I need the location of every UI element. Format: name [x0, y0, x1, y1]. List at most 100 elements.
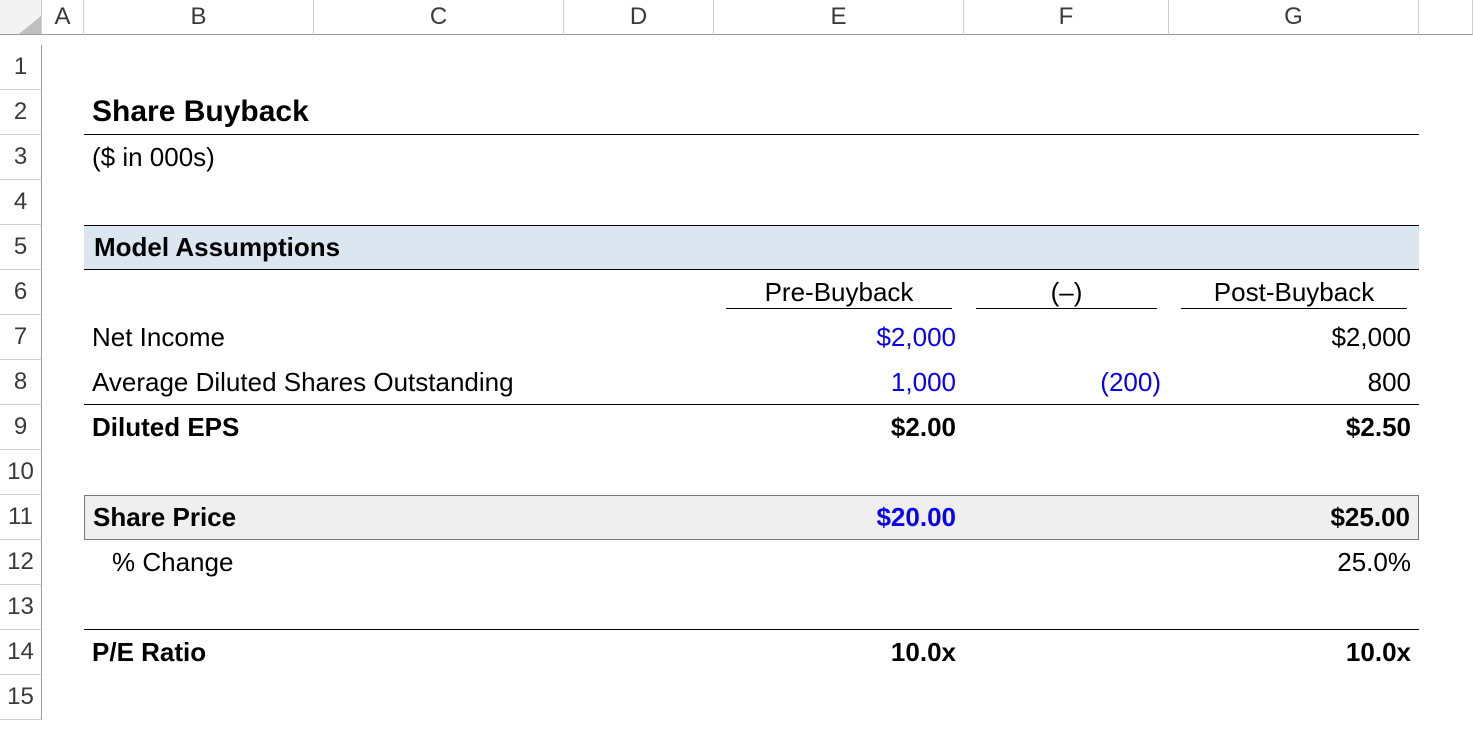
row-header-6[interactable]: 6: [0, 270, 42, 315]
cell-A3[interactable]: [42, 135, 84, 180]
cell-extra-14[interactable]: [1419, 630, 1473, 675]
share-price-delta[interactable]: [964, 495, 1169, 540]
col-header-C[interactable]: C: [314, 0, 564, 35]
cell-A2[interactable]: [42, 90, 84, 135]
diluted-eps-label[interactable]: Diluted EPS: [84, 405, 714, 450]
subtitle-cell[interactable]: ($ in 000s): [84, 135, 1419, 180]
col-header-delta[interactable]: (–): [964, 270, 1169, 315]
net-income-delta[interactable]: [964, 315, 1169, 360]
pct-change-delta[interactable]: [964, 540, 1169, 585]
net-income-post[interactable]: $2,000: [1169, 315, 1419, 360]
avg-diluted-delta[interactable]: (200): [964, 360, 1169, 405]
cell-extra-1[interactable]: [1419, 45, 1473, 90]
cell-extra-15[interactable]: [1419, 675, 1473, 720]
pct-change-label[interactable]: % Change: [84, 540, 714, 585]
row-header-7[interactable]: 7: [0, 315, 42, 360]
cell-B1[interactable]: [84, 45, 314, 90]
cell-G1[interactable]: [1169, 45, 1419, 90]
row-header-9[interactable]: 9: [0, 405, 42, 450]
cell-A4[interactable]: [42, 180, 84, 225]
col-header-D[interactable]: D: [564, 0, 714, 35]
row-header-2[interactable]: 2: [0, 90, 42, 135]
cell-A7[interactable]: [42, 315, 84, 360]
row-header-4[interactable]: 4: [0, 180, 42, 225]
pe-ratio-delta[interactable]: [964, 630, 1169, 675]
cell-extra-6[interactable]: [1419, 270, 1473, 315]
pct-change-post[interactable]: 25.0%: [1169, 540, 1419, 585]
row-header-13[interactable]: 13: [0, 585, 42, 630]
cell-row13[interactable]: [84, 585, 1419, 630]
col-header-A[interactable]: A: [42, 0, 84, 35]
avg-diluted-pre[interactable]: 1,000: [714, 360, 964, 405]
col-header-E[interactable]: E: [714, 0, 964, 35]
row-header-10[interactable]: 10: [0, 450, 42, 495]
pct-change-pre[interactable]: [714, 540, 964, 585]
col-header-B[interactable]: B: [84, 0, 314, 35]
spreadsheet-grid[interactable]: A B C D E F G 1 2 Share Buyback 3 ($ in …: [0, 0, 1473, 720]
pe-ratio-label[interactable]: P/E Ratio: [84, 630, 714, 675]
cell-A10[interactable]: [42, 450, 84, 495]
section-header[interactable]: Model Assumptions: [84, 225, 1419, 270]
cell-C6[interactable]: [314, 270, 564, 315]
cell-A12[interactable]: [42, 540, 84, 585]
cell-extra-12[interactable]: [1419, 540, 1473, 585]
col-header-post[interactable]: Post-Buyback: [1169, 270, 1419, 315]
col-header-G[interactable]: G: [1169, 0, 1419, 35]
cell-A13[interactable]: [42, 585, 84, 630]
col-header-F[interactable]: F: [964, 0, 1169, 35]
pe-ratio-post[interactable]: 10.0x: [1169, 630, 1419, 675]
cell-extra-2[interactable]: [1419, 90, 1473, 135]
select-all-corner[interactable]: [0, 0, 42, 35]
pre-buyback-label: Pre-Buyback: [726, 277, 952, 309]
row-header-11[interactable]: 11: [0, 495, 42, 540]
cell-row4[interactable]: [84, 180, 1419, 225]
cell-extra-3[interactable]: [1419, 135, 1473, 180]
cell-A5[interactable]: [42, 225, 84, 270]
row-header-8[interactable]: 8: [0, 360, 42, 405]
net-income-pre[interactable]: $2,000: [714, 315, 964, 360]
cell-F1[interactable]: [964, 45, 1169, 90]
net-income-label[interactable]: Net Income: [84, 315, 714, 360]
share-price-label[interactable]: Share Price: [84, 495, 714, 540]
row-header-14[interactable]: 14: [0, 630, 42, 675]
share-price-post[interactable]: $25.00: [1169, 495, 1419, 540]
row-header-15[interactable]: 15: [0, 675, 42, 720]
cell-row15[interactable]: [84, 675, 1419, 720]
cell-extra-9[interactable]: [1419, 405, 1473, 450]
cell-extra-4[interactable]: [1419, 180, 1473, 225]
diluted-eps-pre[interactable]: $2.00: [714, 405, 964, 450]
cell-row10[interactable]: [84, 450, 1419, 495]
cell-A6[interactable]: [42, 270, 84, 315]
row-header-5[interactable]: 5: [0, 225, 42, 270]
row-header-1[interactable]: 1: [0, 45, 42, 90]
cell-D1[interactable]: [564, 45, 714, 90]
col-header-extra[interactable]: [1419, 0, 1473, 35]
col-header-pre[interactable]: Pre-Buyback: [714, 270, 964, 315]
post-buyback-label: Post-Buyback: [1181, 277, 1407, 309]
pe-ratio-pre[interactable]: 10.0x: [714, 630, 964, 675]
cell-extra-13[interactable]: [1419, 585, 1473, 630]
cell-A9[interactable]: [42, 405, 84, 450]
cell-extra-10[interactable]: [1419, 450, 1473, 495]
cell-extra-11[interactable]: [1419, 495, 1473, 540]
cell-A15[interactable]: [42, 675, 84, 720]
cell-A11[interactable]: [42, 495, 84, 540]
title-cell[interactable]: Share Buyback: [84, 90, 1419, 135]
cell-A8[interactable]: [42, 360, 84, 405]
avg-diluted-label[interactable]: Average Diluted Shares Outstanding: [84, 360, 714, 405]
diluted-eps-delta[interactable]: [964, 405, 1169, 450]
diluted-eps-post[interactable]: $2.50: [1169, 405, 1419, 450]
cell-B6[interactable]: [84, 270, 314, 315]
cell-A1[interactable]: [42, 45, 84, 90]
row-header-3[interactable]: 3: [0, 135, 42, 180]
cell-extra-7[interactable]: [1419, 315, 1473, 360]
share-price-pre[interactable]: $20.00: [714, 495, 964, 540]
cell-D6[interactable]: [564, 270, 714, 315]
cell-E1[interactable]: [714, 45, 964, 90]
row-header-12[interactable]: 12: [0, 540, 42, 585]
cell-extra-8[interactable]: [1419, 360, 1473, 405]
avg-diluted-post[interactable]: 800: [1169, 360, 1419, 405]
cell-C1[interactable]: [314, 45, 564, 90]
cell-A14[interactable]: [42, 630, 84, 675]
cell-extra-5[interactable]: [1419, 225, 1473, 270]
